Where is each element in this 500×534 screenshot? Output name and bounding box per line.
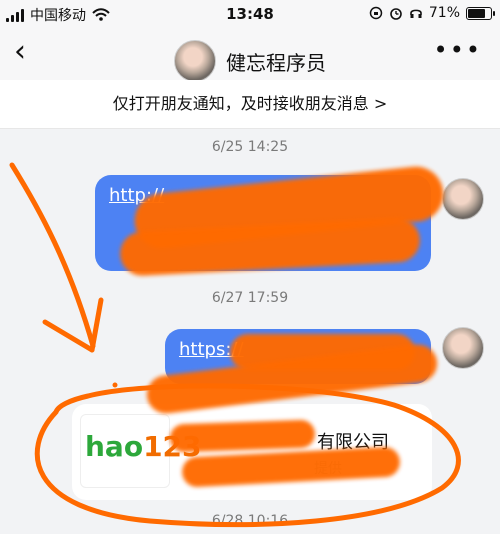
notice-text: 仅打开朋友通知，及时接收朋友消息: [112, 94, 369, 113]
battery-fill: [468, 8, 486, 18]
contact-name: 健忘程序员: [226, 50, 326, 75]
timestamp-3: 6/28 10:16: [211, 513, 289, 529]
logo-hao: hao: [85, 430, 144, 463]
redaction-mark: [169, 419, 316, 453]
battery-icon: [466, 6, 495, 20]
avatar[interactable]: [442, 327, 484, 369]
avatar[interactable]: [174, 40, 216, 82]
headphones-icon: [410, 9, 422, 18]
battery-percent: 71%: [428, 5, 460, 21]
chat-header: ‹ 健忘程序员 •••: [0, 28, 500, 82]
friend-notice-banner[interactable]: 仅打开朋友通知，及时接收朋友消息 >: [0, 80, 500, 129]
status-bar: 中国移动 13:48 71%: [0, 0, 500, 28]
alarm-icon: [390, 8, 402, 20]
chevron-right-icon: >: [373, 94, 388, 113]
more-icon[interactable]: •••: [434, 36, 482, 64]
avatar[interactable]: [442, 178, 484, 220]
status-right: 71%: [369, 5, 495, 21]
timestamp-2: 6/27 17:59: [211, 290, 289, 306]
rotation-lock-icon: [369, 6, 383, 20]
timestamp-1: 6/25 14:25: [211, 139, 289, 155]
chat-title: 健忘程序员: [0, 40, 500, 82]
